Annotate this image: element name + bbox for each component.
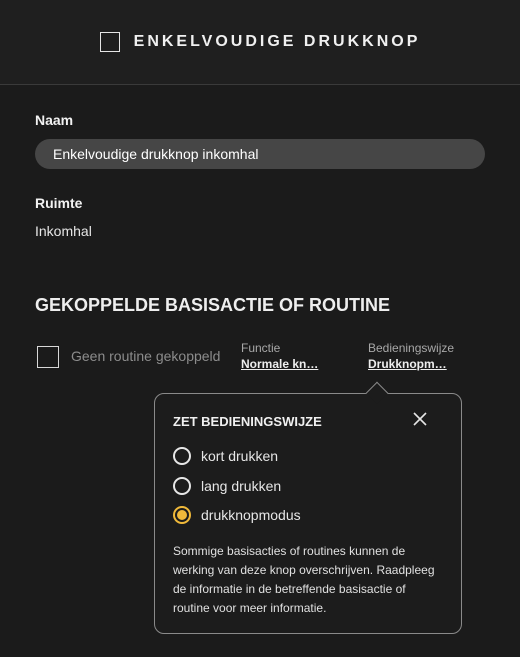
radio-lang-drukken[interactable]: lang drukken — [173, 477, 281, 495]
radio-label: drukknopmodus — [201, 507, 301, 523]
close-icon[interactable] — [411, 410, 429, 428]
page-header: ENKELVOUDIGE DRUKKNOP — [0, 0, 520, 85]
mode-label: Bedieningswijze — [368, 341, 455, 355]
routine-label: Geen routine gekoppeld — [71, 348, 221, 364]
function-link[interactable]: Normale kn… — [241, 357, 318, 371]
routine-checkbox[interactable] — [37, 346, 59, 368]
radio-kort-drukken[interactable]: kort drukken — [173, 447, 278, 465]
room-label: Ruimte — [35, 195, 83, 211]
radio-button-selected[interactable] — [173, 506, 191, 524]
info-text: Sommige basisacties of routines kunnen d… — [173, 544, 435, 615]
radio-drukknopmodus[interactable]: drukknopmodus — [173, 506, 301, 524]
square-outline-icon — [99, 32, 120, 52]
room-value: Inkomhal — [35, 223, 92, 239]
page-title: ENKELVOUDIGE DRUKKNOP — [133, 33, 421, 50]
name-input[interactable]: Enkelvoudige drukknop inkomhal — [35, 139, 485, 169]
function-label: Functie — [241, 341, 281, 355]
radio-label: kort drukken — [201, 448, 279, 464]
mode-link[interactable]: Drukknopm… — [368, 357, 447, 371]
linked-section-title: GEKOPPELDE BASISACTIE OF ROUTINE — [35, 295, 391, 315]
radio-button[interactable] — [173, 477, 191, 495]
popover-title: ZET BEDIENINGSWIJZE — [173, 414, 322, 429]
mode-popover: ZET BEDIENINGSWIJZE kort drukken lang dr… — [154, 381, 462, 634]
radio-button[interactable] — [173, 447, 191, 465]
radio-selected-dot — [177, 510, 187, 520]
radio-label: lang drukken — [201, 478, 282, 494]
name-label: Naam — [35, 112, 74, 128]
